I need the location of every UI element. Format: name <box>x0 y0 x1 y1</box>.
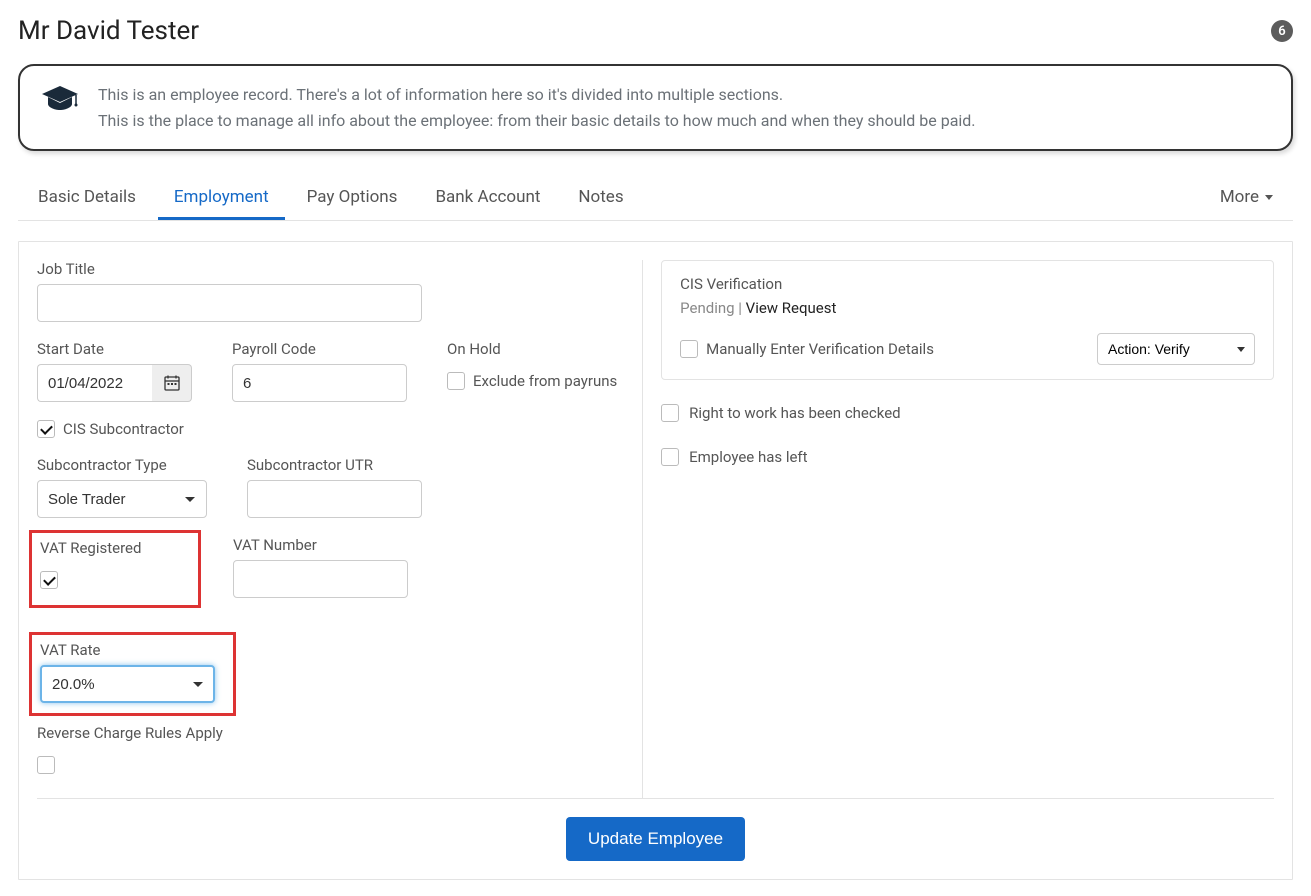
tab-more[interactable]: More <box>1204 177 1289 220</box>
job-title-input[interactable] <box>37 284 422 322</box>
cis-verification-title: CIS Verification <box>680 275 1255 293</box>
sub-type-label: Subcontractor Type <box>37 456 207 474</box>
vat-rate-select[interactable] <box>40 665 215 703</box>
start-date-label: Start Date <box>37 340 192 358</box>
right-to-work-checkbox[interactable] <box>661 404 679 422</box>
chevron-down-icon <box>1265 195 1273 200</box>
vat-rate-label: VAT Rate <box>40 641 225 659</box>
manual-verification-label: Manually Enter Verification Details <box>706 340 934 358</box>
graduation-cap-icon <box>40 84 80 116</box>
sub-utr-label: Subcontractor UTR <box>247 456 422 474</box>
employee-left-label: Employee has left <box>689 448 807 466</box>
cis-subcontractor-checkbox[interactable] <box>37 420 55 438</box>
tab-bar: Basic Details Employment Pay Options Ban… <box>18 177 1293 221</box>
cis-action-select[interactable] <box>1097 333 1255 365</box>
calendar-icon <box>164 375 180 391</box>
view-request-link[interactable]: View Request <box>746 299 837 317</box>
info-banner: This is an employee record. There's a lo… <box>18 64 1293 151</box>
payroll-code-input[interactable] <box>232 364 407 402</box>
vat-registered-label: VAT Registered <box>40 539 190 557</box>
job-title-label: Job Title <box>37 260 624 278</box>
cis-status: Pending <box>680 299 734 317</box>
on-hold-label: On Hold <box>447 340 617 358</box>
payroll-code-label: Payroll Code <box>232 340 407 358</box>
update-employee-button[interactable]: Update Employee <box>566 817 745 861</box>
vat-number-input[interactable] <box>233 560 408 598</box>
vat-registered-highlight: VAT Registered <box>29 530 201 608</box>
vat-rate-highlight: VAT Rate <box>29 632 236 716</box>
start-date-input[interactable] <box>37 364 152 402</box>
vat-registered-checkbox[interactable] <box>40 571 58 589</box>
right-to-work-label: Right to work has been checked <box>689 404 900 422</box>
tab-employment[interactable]: Employment <box>158 177 285 220</box>
tab-basic-details[interactable]: Basic Details <box>22 177 152 220</box>
reverse-charge-checkbox[interactable] <box>37 756 55 774</box>
reverse-charge-label: Reverse Charge Rules Apply <box>37 724 624 742</box>
tab-bank-account[interactable]: Bank Account <box>419 177 556 220</box>
tab-notes[interactable]: Notes <box>562 177 639 220</box>
sub-utr-input[interactable] <box>247 480 422 518</box>
info-line-1: This is an employee record. There's a lo… <box>98 82 976 108</box>
info-line-2: This is the place to manage all info abo… <box>98 108 976 134</box>
cis-separator: | <box>735 299 746 317</box>
vat-number-label: VAT Number <box>233 536 408 554</box>
cis-verification-box: CIS Verification Pending | View Request … <box>661 260 1274 380</box>
tab-pay-options[interactable]: Pay Options <box>291 177 414 220</box>
exclude-payruns-label: Exclude from payruns <box>473 372 617 390</box>
calendar-button[interactable] <box>152 364 192 402</box>
employee-left-checkbox[interactable] <box>661 448 679 466</box>
tab-more-label: More <box>1220 187 1259 207</box>
manual-verification-checkbox[interactable] <box>680 340 698 358</box>
exclude-payruns-checkbox[interactable] <box>447 372 465 390</box>
page-title: Mr David Tester <box>18 16 199 46</box>
sub-type-select[interactable] <box>37 480 207 518</box>
cis-subcontractor-label: CIS Subcontractor <box>63 420 184 438</box>
count-badge: 6 <box>1271 20 1293 42</box>
